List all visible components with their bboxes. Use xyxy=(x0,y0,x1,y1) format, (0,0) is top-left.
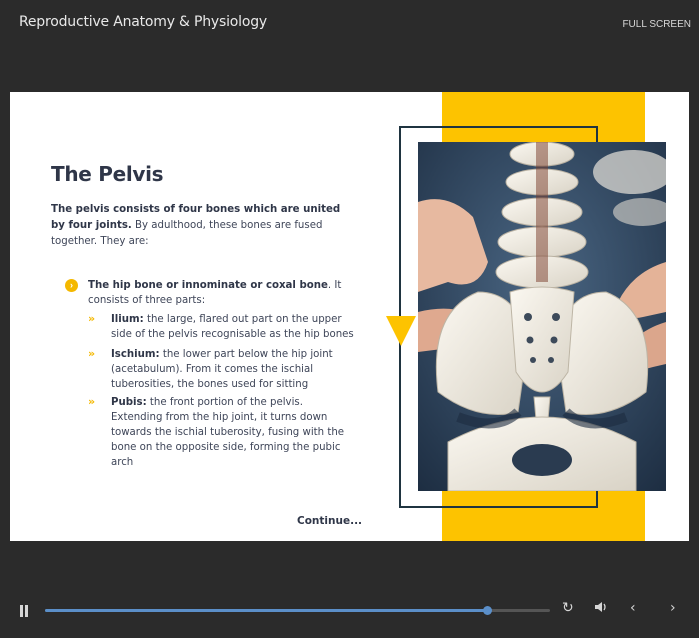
sub-item-text: Ilium: the large, flared out part on the… xyxy=(111,312,356,342)
sub-item-term: Pubis: xyxy=(111,397,147,408)
progress-fill xyxy=(45,609,487,612)
triangle-down-icon xyxy=(386,316,416,346)
progress-bar[interactable] xyxy=(45,606,550,615)
sub-item-text: Pubis: the front portion of the pelvis. … xyxy=(111,395,356,470)
progress-handle[interactable] xyxy=(482,606,492,615)
sub-item-desc: the large, flared out part on the upper … xyxy=(111,314,354,340)
course-title: Reproductive Anatomy & Physiology xyxy=(19,14,267,30)
pause-icon[interactable] xyxy=(19,605,29,617)
pelvis-photo xyxy=(418,142,666,491)
pelvis-illustration xyxy=(418,142,666,491)
double-chevron-right-icon: » xyxy=(88,395,95,408)
slide-content: The Pelvis The pelvis consists of four b… xyxy=(10,92,689,541)
continue-link[interactable]: Continue... xyxy=(297,515,362,527)
player-controls: ↻ ‹ › xyxy=(0,592,699,632)
sub-item-desc: the front portion of the pelvis. Extendi… xyxy=(111,397,345,468)
intro-paragraph: The pelvis consists of four bones which … xyxy=(51,202,351,250)
slide-heading: The Pelvis xyxy=(51,162,164,186)
bullet-bold: The hip bone or innominate or coxal bone xyxy=(88,280,328,291)
bullet-text: The hip bone or innominate or coxal bone… xyxy=(88,278,353,308)
previous-icon[interactable]: ‹ xyxy=(630,600,636,616)
next-icon[interactable]: › xyxy=(670,600,676,616)
sub-item-term: Ischium: xyxy=(111,349,160,360)
sub-item-term: Ilium: xyxy=(111,314,144,325)
fullscreen-button[interactable]: FULL SCREEN xyxy=(622,19,691,30)
volume-icon[interactable] xyxy=(594,600,608,618)
double-chevron-right-icon: » xyxy=(88,347,95,360)
sub-item-text: Ischium: the lower part below the hip jo… xyxy=(111,347,356,392)
replay-icon[interactable]: ↻ xyxy=(562,600,574,616)
chevron-right-circle-icon: › xyxy=(65,279,78,292)
top-bar: Reproductive Anatomy & Physiology FULL S… xyxy=(0,0,699,50)
double-chevron-right-icon: » xyxy=(88,312,95,325)
